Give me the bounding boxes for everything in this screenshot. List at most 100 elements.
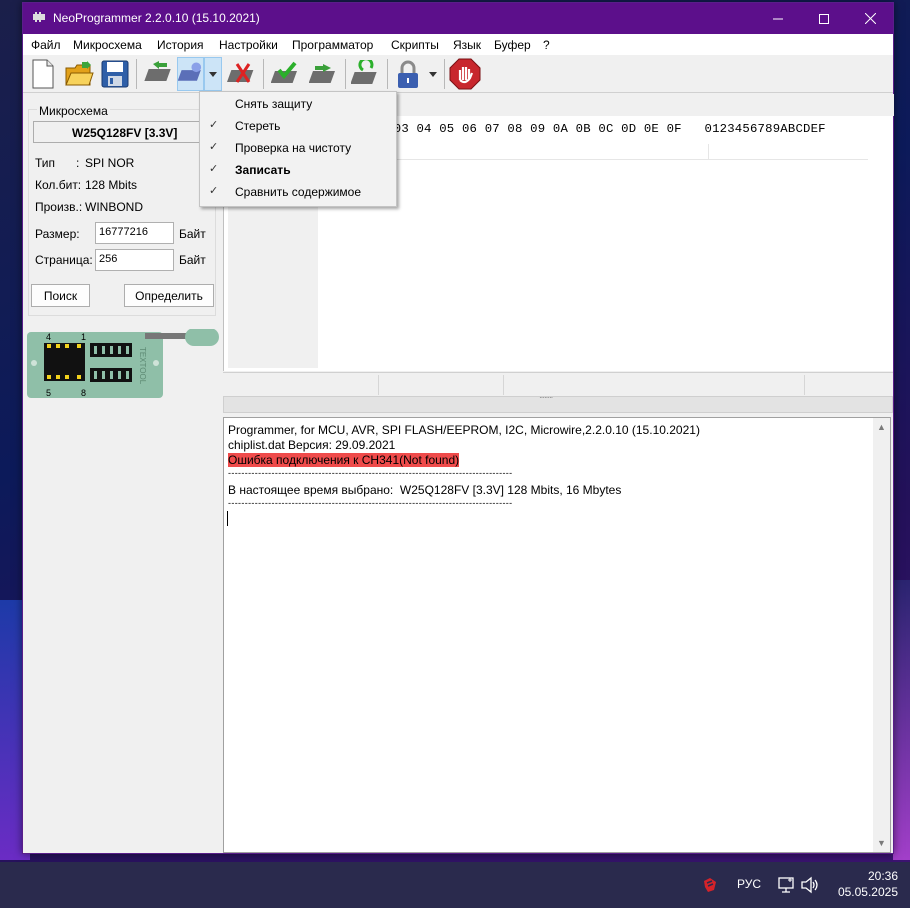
operations-dropdown-menu: Снять защиту ✓ Стереть ✓ Проверка на чис… bbox=[199, 91, 397, 207]
socket-pin-8: 8 bbox=[81, 388, 86, 398]
volume-icon[interactable] bbox=[800, 875, 820, 895]
blank-check-chip-button[interactable] bbox=[349, 57, 383, 91]
operations-chip-icon bbox=[178, 62, 202, 81]
scroll-down-icon[interactable]: ▼ bbox=[877, 838, 886, 848]
network-icon[interactable] bbox=[776, 875, 796, 895]
menu-item-label: Сравнить содержимое bbox=[235, 185, 362, 199]
language-indicator[interactable]: РУС bbox=[737, 877, 761, 891]
page-label: Страница: bbox=[35, 253, 93, 267]
erase-chip-button[interactable] bbox=[225, 57, 259, 91]
log-line: Programmer, for MCU, AVR, SPI FLASH/EEPR… bbox=[228, 423, 700, 437]
app-window: NeoProgrammer 2.2.0.10 (15.10.2021) Файл… bbox=[22, 2, 894, 854]
menu-help[interactable]: ? bbox=[543, 38, 550, 52]
log-scrollbar[interactable]: ▲ ▼ bbox=[873, 418, 890, 852]
dropdown-arrow-icon bbox=[209, 71, 217, 77]
open-file-button[interactable] bbox=[62, 57, 96, 91]
socket-brand: TEXTOOL bbox=[138, 347, 147, 385]
menu-item-write[interactable]: ✓ Записать bbox=[201, 159, 395, 181]
wallpaper-glow-right bbox=[893, 580, 910, 860]
operations-chip-button[interactable] bbox=[177, 57, 204, 91]
log-line: chiplist.dat Версия: 29.09.2021 bbox=[228, 438, 396, 452]
maximize-icon bbox=[819, 13, 829, 24]
manufacturer-value: WINBOND bbox=[85, 200, 143, 214]
log-line: В настоящее время выбрано: W25Q128FV [3.… bbox=[228, 483, 622, 497]
menu-item-label: Проверка на чистоту bbox=[235, 141, 352, 155]
minimize-button[interactable] bbox=[755, 3, 801, 34]
check-icon: ✓ bbox=[209, 185, 219, 197]
maximize-button[interactable] bbox=[801, 3, 847, 34]
menu-language[interactable]: Язык bbox=[453, 38, 481, 52]
log-output[interactable]: Programmer, for MCU, AVR, SPI FLASH/EEPR… bbox=[223, 417, 891, 853]
menu-programmer[interactable]: Программатор bbox=[292, 38, 373, 52]
menu-item-label: Стереть bbox=[235, 119, 281, 133]
close-button[interactable] bbox=[847, 3, 893, 34]
check-icon: ✓ bbox=[209, 119, 219, 131]
window-title: NeoProgrammer 2.2.0.10 (15.10.2021) bbox=[53, 11, 260, 25]
page-field[interactable]: 256 bbox=[95, 249, 174, 271]
size-unit: Байт bbox=[179, 227, 206, 241]
check-icon: ✓ bbox=[209, 141, 219, 153]
toolbar-separator bbox=[263, 59, 264, 89]
verify-chip-button[interactable] bbox=[269, 57, 303, 91]
new-file-icon bbox=[32, 59, 54, 89]
stop-icon bbox=[449, 58, 481, 90]
menu-item-unprotect[interactable]: Снять защиту bbox=[201, 93, 395, 115]
type-label: Тип bbox=[35, 156, 56, 170]
text-caret bbox=[227, 511, 228, 526]
check-icon: ✓ bbox=[209, 163, 219, 175]
stop-button[interactable] bbox=[448, 57, 482, 91]
write-chip-button[interactable] bbox=[307, 57, 341, 91]
log-separator: ----------------------------------------… bbox=[228, 498, 513, 508]
splitter-grip: ········ bbox=[539, 393, 553, 402]
toolbar bbox=[23, 55, 893, 93]
toolbar-separator bbox=[387, 59, 388, 89]
search-button[interactable]: Поиск bbox=[31, 284, 90, 307]
dropdown-arrow-icon bbox=[429, 71, 437, 77]
taskbar: РУС 20:36 05.05.2025 bbox=[0, 862, 910, 908]
menu-file[interactable]: Файл bbox=[31, 38, 61, 52]
verify-chip-icon bbox=[271, 61, 297, 83]
lock-button[interactable] bbox=[391, 57, 425, 91]
scroll-up-icon[interactable]: ▲ bbox=[877, 422, 886, 432]
menu-item-verify[interactable]: ✓ Сравнить содержимое bbox=[201, 181, 395, 203]
menu-scripts[interactable]: Скрипты bbox=[391, 38, 439, 52]
status-segment bbox=[503, 375, 504, 395]
toolbar-separator bbox=[444, 59, 445, 89]
panel-splitter[interactable]: ········ bbox=[223, 393, 893, 413]
menu-item-label: Снять защиту bbox=[235, 97, 313, 111]
bloody-mouse-icon[interactable] bbox=[700, 875, 720, 895]
blank-check-chip-icon bbox=[351, 60, 377, 84]
lock-icon bbox=[398, 60, 418, 88]
menu-history[interactable]: История bbox=[157, 38, 204, 52]
new-file-button[interactable] bbox=[26, 57, 60, 91]
clock-date: 05.05.2025 bbox=[837, 885, 898, 899]
write-chip-icon bbox=[309, 64, 335, 83]
read-chip-icon bbox=[144, 61, 171, 81]
menu-settings[interactable]: Настройки bbox=[219, 38, 278, 52]
detect-button[interactable]: Определить bbox=[124, 284, 214, 307]
socket-pin-4: 4 bbox=[46, 332, 51, 342]
menu-buffer[interactable]: Буфер bbox=[494, 38, 531, 52]
lock-dropdown-button[interactable] bbox=[424, 57, 442, 91]
chip-group-title: Микросхема bbox=[37, 104, 110, 118]
title-bar[interactable]: NeoProgrammer 2.2.0.10 (15.10.2021) bbox=[23, 3, 893, 34]
log-separator: ----------------------------------------… bbox=[228, 468, 513, 478]
socket-pin-5: 5 bbox=[46, 388, 51, 398]
manufacturer-label: Произв.: bbox=[35, 200, 83, 214]
operations-dropdown-button[interactable] bbox=[204, 57, 222, 91]
menu-item-erase[interactable]: ✓ Стереть bbox=[201, 115, 395, 137]
size-field[interactable]: 16777216 bbox=[95, 222, 174, 244]
menu-item-blank-check[interactable]: ✓ Проверка на чистоту bbox=[201, 137, 395, 159]
taskbar-clock[interactable]: 20:36 05.05.2025 bbox=[828, 868, 898, 900]
socket-pin-1: 1 bbox=[81, 332, 86, 342]
type-separator: : bbox=[76, 156, 80, 170]
log-error-line: Ошибка подключения к CH341(Not found) bbox=[228, 453, 460, 467]
type-value: SPI NOR bbox=[85, 156, 135, 170]
chip-name-field[interactable]: W25Q128FV [3.3V] bbox=[33, 121, 211, 143]
read-chip-button[interactable] bbox=[141, 57, 175, 91]
save-file-button[interactable] bbox=[98, 57, 132, 91]
toolbar-separator bbox=[136, 59, 137, 89]
status-segment bbox=[804, 375, 805, 395]
bits-value: 128 Mbits bbox=[85, 178, 138, 192]
menu-chip[interactable]: Микросхема bbox=[73, 38, 142, 52]
